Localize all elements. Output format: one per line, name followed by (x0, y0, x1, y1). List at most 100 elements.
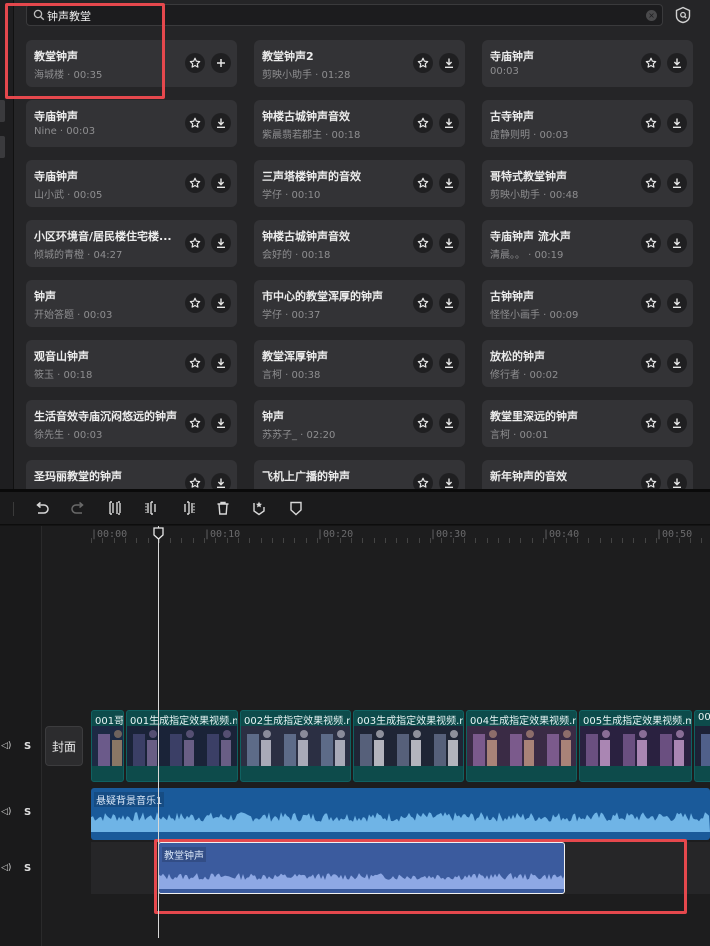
favorite-icon[interactable] (185, 173, 205, 193)
favorite-icon[interactable] (413, 113, 433, 133)
sound-card[interactable]: 教堂钟声2 剪映小助手 · 01:28 (254, 40, 465, 87)
video-clip[interactable]: 003生成指定效果视频.m (353, 710, 464, 782)
speaker-icon[interactable]: ◁) (1, 741, 11, 751)
sfx-clip[interactable]: 教堂钟声 (158, 842, 565, 894)
sound-card[interactable]: 放松的钟声 修行者 · 00:02 (482, 340, 693, 387)
track-toggle[interactable]: S (24, 741, 31, 752)
favorite-icon[interactable] (641, 353, 661, 373)
sound-card[interactable]: 钟声 苏苏子_ · 02:20 (254, 400, 465, 447)
favorite-icon[interactable] (185, 233, 205, 253)
download-icon[interactable] (667, 473, 687, 489)
favorite-icon[interactable] (413, 413, 433, 433)
add-icon[interactable] (211, 53, 231, 73)
track-toggle[interactable]: S (24, 863, 31, 874)
download-icon[interactable] (667, 413, 687, 433)
video-clip[interactable]: 001哥 (91, 710, 124, 782)
side-rail-tab[interactable] (0, 136, 5, 158)
download-icon[interactable] (439, 173, 459, 193)
download-icon[interactable] (211, 473, 231, 489)
download-icon[interactable] (211, 173, 231, 193)
sound-card[interactable]: 寺庙钟声 流水声 清晨。。 · 00:19 (482, 220, 693, 267)
sound-card[interactable]: 寺庙钟声 00:03 (482, 40, 693, 87)
favorite-icon[interactable] (185, 293, 205, 313)
download-icon[interactable] (211, 413, 231, 433)
video-clip[interactable]: 005生成指定效果视频.m (579, 710, 692, 782)
download-icon[interactable] (439, 353, 459, 373)
download-icon[interactable] (439, 113, 459, 133)
favorite-icon[interactable] (413, 353, 433, 373)
video-clip[interactable]: 00 (694, 710, 710, 782)
sound-card[interactable]: 寺庙钟声 山小武 · 00:05 (26, 160, 237, 207)
favorite-icon[interactable] (185, 353, 205, 373)
sound-card[interactable]: 古钟钟声 怪怪小画手 · 00:09 (482, 280, 693, 327)
playhead-handle[interactable] (153, 527, 164, 540)
favorite-icon[interactable] (185, 113, 205, 133)
download-icon[interactable] (211, 353, 231, 373)
sound-card[interactable]: 圣玛丽教堂的钟声 (26, 460, 237, 489)
favorite-icon[interactable] (185, 53, 205, 73)
sound-card[interactable]: 小区环境音/居民楼住宅楼... 倾城的青橙 · 04:27 (26, 220, 237, 267)
sound-card[interactable]: 教堂里深远的钟声 言柯 · 00:01 (482, 400, 693, 447)
download-icon[interactable] (439, 473, 459, 489)
sound-card[interactable]: 生活音效寺庙沉闷悠远的钟声 徐先生 · 00:03 (26, 400, 237, 447)
split-left-icon[interactable] (144, 500, 160, 516)
sound-card[interactable]: 新年钟声的音效 (482, 460, 693, 489)
favorite-icon[interactable] (185, 413, 205, 433)
track-toggle[interactable]: S (24, 807, 31, 818)
sound-card[interactable]: 哥特式教堂钟声 剪映小助手 · 00:48 (482, 160, 693, 207)
delete-icon[interactable] (215, 500, 231, 516)
download-icon[interactable] (667, 113, 687, 133)
favorite-icon[interactable] (413, 173, 433, 193)
favorite-icon[interactable] (641, 113, 661, 133)
mark-icon[interactable] (251, 500, 267, 516)
favorite-icon[interactable] (641, 53, 661, 73)
sound-card[interactable]: 市中心的教堂浑厚的钟声 学仔 · 00:37 (254, 280, 465, 327)
download-icon[interactable] (439, 53, 459, 73)
split-icon[interactable] (107, 500, 123, 516)
sound-card[interactable]: 钟声 开始答题 · 00:03 (26, 280, 237, 327)
sound-card[interactable]: 三声塔楼钟声的音效 学仔 · 00:10 (254, 160, 465, 207)
download-icon[interactable] (667, 53, 687, 73)
video-clip[interactable]: 001生成指定效果视频.m (126, 710, 238, 782)
speaker-icon[interactable]: ◁) (1, 863, 11, 873)
favorite-icon[interactable] (641, 173, 661, 193)
favorite-icon[interactable] (413, 473, 433, 489)
download-icon[interactable] (667, 293, 687, 313)
redo-icon[interactable] (70, 500, 86, 516)
favorite-icon[interactable] (641, 473, 661, 489)
cover-button[interactable]: 封面 (45, 726, 83, 766)
split-right-icon[interactable] (180, 500, 196, 516)
download-icon[interactable] (667, 173, 687, 193)
undo-icon[interactable] (34, 500, 50, 516)
favorite-icon[interactable] (641, 413, 661, 433)
sound-card[interactable]: 古寺钟声 虚静则明 · 00:03 (482, 100, 693, 147)
download-icon[interactable] (211, 293, 231, 313)
video-clip[interactable]: 002生成指定效果视频.m (240, 710, 351, 782)
sound-card[interactable]: 飞机上广播的钟声 (254, 460, 465, 489)
favorite-icon[interactable] (413, 293, 433, 313)
sound-card[interactable]: 教堂钟声 海城楼 · 00:35 (26, 40, 237, 87)
favorite-icon[interactable] (413, 53, 433, 73)
sound-card[interactable]: 教堂浑厚钟声 言柯 · 00:38 (254, 340, 465, 387)
search-input[interactable]: 钟声教堂 × (26, 4, 663, 26)
video-clip[interactable]: 004生成指定效果视频.m (466, 710, 577, 782)
download-icon[interactable] (211, 233, 231, 253)
settings-icon[interactable] (674, 6, 692, 24)
sound-card[interactable]: 观音山钟声 筱玉 · 00:18 (26, 340, 237, 387)
time-ruler[interactable]: |00:00 |00:10 |00:20 |00:30 |00:40 |00:50 (91, 526, 710, 544)
favorite-icon[interactable] (413, 233, 433, 253)
side-rail-tab[interactable] (0, 100, 5, 122)
music-clip[interactable]: 悬疑背景音乐1 (91, 788, 710, 840)
speaker-icon[interactable]: ◁) (1, 807, 11, 817)
favorite-icon[interactable] (641, 233, 661, 253)
download-icon[interactable] (667, 233, 687, 253)
sound-card[interactable]: 钟楼古城钟声音效 会好的 · 00:18 (254, 220, 465, 267)
sound-card[interactable]: 钟楼古城钟声音效 紫晨翡若郡主 · 00:18 (254, 100, 465, 147)
download-icon[interactable] (667, 353, 687, 373)
favorite-icon[interactable] (185, 473, 205, 489)
download-icon[interactable] (439, 233, 459, 253)
sound-card[interactable]: 寺庙钟声 Nine · 00:03 (26, 100, 237, 147)
download-icon[interactable] (211, 113, 231, 133)
favorite-icon[interactable] (641, 293, 661, 313)
clear-icon[interactable]: × (646, 10, 657, 21)
